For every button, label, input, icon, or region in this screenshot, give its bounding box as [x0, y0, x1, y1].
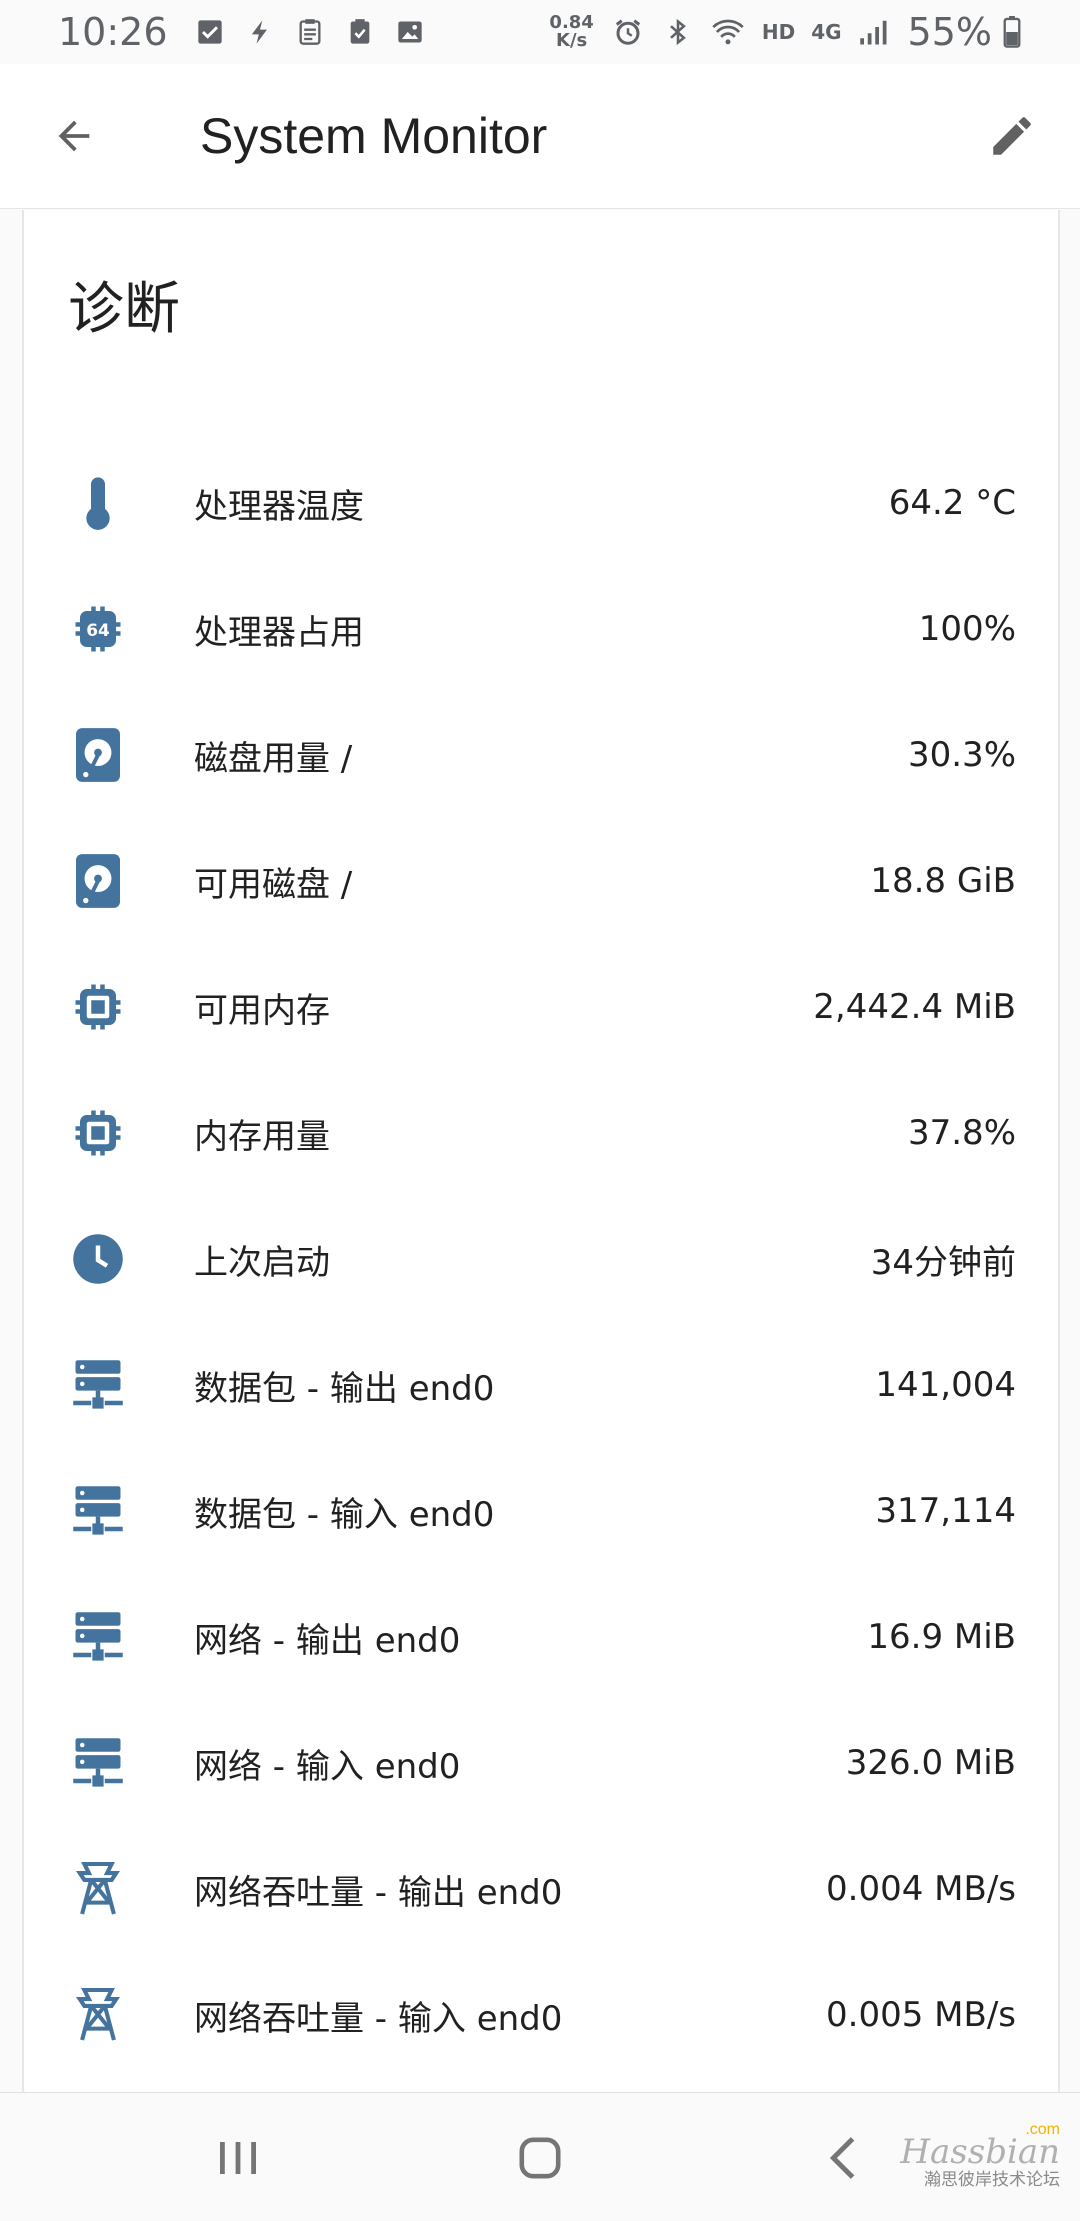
entity-label: 内存用量	[194, 1116, 330, 1157]
bluetooth-icon	[662, 16, 694, 48]
entity-row[interactable]: 内存用量 37.8%	[24, 1070, 1058, 1196]
transmission-tower-icon	[70, 1987, 126, 2043]
signal-icon	[858, 16, 890, 48]
flash-notification-icon	[244, 16, 276, 48]
status-time: 10:26	[58, 10, 168, 54]
svg-text:64: 64	[86, 620, 109, 640]
edit-button[interactable]	[980, 104, 1044, 168]
entity-label: 网络 - 输入 end0	[194, 1746, 461, 1787]
recent-apps-icon	[220, 2142, 256, 2174]
entity-row[interactable]: 数据包 - 输入 end0 317,114	[24, 1448, 1058, 1574]
hd-indicator: HD	[761, 20, 796, 44]
entity-value: 141,004	[875, 1365, 1016, 1405]
entity-row[interactable]: 网络吞吐量 - 输出 end0 0.004 MB/s	[24, 1826, 1058, 1952]
server-network-icon	[70, 1609, 126, 1665]
status-bar-right: 0.84 K/s HD 4G 55%	[549, 10, 1022, 54]
entity-value: 37.8%	[907, 1113, 1016, 1153]
back-button[interactable]	[42, 104, 106, 168]
card-title: 诊断	[68, 277, 180, 342]
app-bar: System Monitor	[0, 64, 1080, 209]
clipboard-check-notification-icon	[344, 16, 376, 48]
chevron-left-icon	[829, 2137, 855, 2179]
pencil-icon	[993, 117, 1031, 155]
entity-label: 磁盘用量 /	[194, 738, 353, 779]
entity-label: 可用内存	[194, 990, 330, 1031]
entity-value: 34分钟前	[870, 1242, 1016, 1283]
battery-percentage: 55%	[907, 10, 992, 54]
network-speed: 0.84 K/s	[549, 14, 593, 50]
entity-value: 64.2 °C	[888, 483, 1016, 523]
memory-chip-icon	[70, 1105, 126, 1161]
entity-row[interactable]: 可用磁盘 / 18.8 GiB	[24, 818, 1058, 944]
watermark-sub: 瀚思彼岸技术论坛	[924, 2170, 1060, 2190]
entity-label: 网络吞吐量 - 输出 end0	[194, 1872, 563, 1913]
home-icon	[519, 2137, 561, 2179]
entity-row[interactable]: 磁盘用量 / 30.3%	[24, 692, 1058, 818]
entity-row[interactable]: 网络 - 输出 end0 16.9 MiB	[24, 1574, 1058, 1700]
entity-value: 2,442.4 MiB	[813, 987, 1016, 1027]
server-network-icon	[70, 1483, 126, 1539]
arrow-left-icon	[58, 120, 90, 152]
thermometer-icon	[70, 475, 126, 531]
entity-value: 100%	[918, 609, 1016, 649]
watermark: .com Hassbian 瀚思彼岸技术论坛	[890, 2121, 1060, 2191]
entity-label: 可用磁盘 /	[194, 864, 353, 905]
memory-chip-icon	[70, 979, 126, 1035]
entity-label: 网络吞吐量 - 输入 end0	[194, 1998, 563, 2039]
harddisk-icon	[70, 727, 126, 783]
status-bar-left: 10:26	[58, 10, 444, 54]
watermark-suffix: .com	[1025, 2121, 1060, 2138]
entity-value: 317,114	[875, 1491, 1016, 1531]
watermark-main: Hassbian	[900, 2132, 1060, 2172]
entity-row[interactable]: 网络吞吐量 - 输入 end0 0.005 MB/s	[24, 1952, 1058, 2078]
home-button[interactable]	[505, 2123, 575, 2193]
entity-value: 0.005 MB/s	[826, 1995, 1016, 2035]
entity-row[interactable]: 64 处理器占用 100%	[24, 566, 1058, 692]
entity-value: 16.9 MiB	[867, 1617, 1016, 1657]
harddisk-icon	[70, 853, 126, 909]
entity-row[interactable]: 网络 - 输入 end0 326.0 MiB	[24, 1700, 1058, 1826]
entity-label: 数据包 - 输出 end0	[194, 1368, 495, 1409]
entity-value: 18.8 GiB	[870, 861, 1016, 901]
wifi-icon	[712, 16, 744, 48]
entity-label: 数据包 - 输入 end0	[194, 1494, 495, 1535]
clock-icon	[70, 1231, 126, 1287]
entity-row[interactable]: 上次启动 34分钟前	[24, 1196, 1058, 1322]
recent-apps-button[interactable]	[203, 2123, 273, 2193]
alarm-icon	[612, 16, 644, 48]
server-network-icon	[70, 1735, 126, 1791]
entity-value: 326.0 MiB	[845, 1743, 1016, 1783]
entity-label: 上次启动	[194, 1242, 330, 1283]
entity-value: 30.3%	[907, 735, 1016, 775]
entity-value: 0.004 MB/s	[826, 1869, 1016, 1909]
entity-row[interactable]: 可用内存 2,442.4 MiB	[24, 944, 1058, 1070]
network-speed-unit: K/s	[556, 30, 588, 51]
page-title: System Monitor	[200, 108, 548, 164]
cpu-64-bit-icon: 64	[70, 601, 126, 657]
transmission-tower-icon	[70, 1861, 126, 1917]
server-network-icon	[70, 1357, 126, 1413]
entity-row[interactable]: 数据包 - 输出 end0 141,004	[24, 1322, 1058, 1448]
entity-label: 处理器温度	[194, 486, 364, 527]
status-bar: 10:26 0.84 K/s HD 4G 55%	[0, 0, 1080, 64]
image-notification-icon	[394, 16, 426, 48]
battery-icon	[1002, 16, 1022, 48]
network-type: 4G	[811, 20, 842, 44]
back-nav-button[interactable]	[808, 2123, 878, 2193]
diagnostics-card: 诊断 处理器温度 64.2 °C 64 处理器占用 100% 磁盘用量 / 30.3% 可用磁…	[22, 210, 1060, 2168]
entity-row[interactable]: 处理器温度 64.2 °C	[24, 440, 1058, 566]
entity-label: 网络 - 输出 end0	[194, 1620, 461, 1661]
clipboard-notification-icon	[294, 16, 326, 48]
checkbox-notification-icon	[194, 16, 226, 48]
entity-label: 处理器占用	[194, 612, 364, 653]
